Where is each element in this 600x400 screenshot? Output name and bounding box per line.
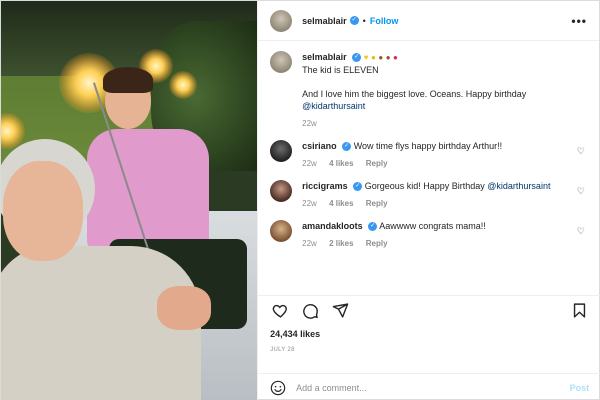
photo-kid-shirt — [87, 129, 209, 249]
action-bar — [258, 295, 600, 325]
photo-woman-hand — [157, 286, 211, 330]
bear-emoji-icon: ● — [378, 53, 384, 62]
caption-mention-link[interactable]: @kidarthursaint — [302, 101, 365, 111]
sparkler-glow — [169, 71, 197, 99]
caption-meta: 22w — [302, 118, 569, 130]
comment-body: csiriano ✓ Wow time flys happy birthday … — [302, 140, 587, 170]
photo-kid-hair — [103, 67, 153, 93]
bookmark-icon[interactable] — [569, 301, 589, 321]
share-icon[interactable] — [330, 301, 350, 321]
post-photo[interactable] — [1, 1, 258, 400]
commenter-avatar[interactable] — [270, 140, 293, 162]
verified-badge-icon: ✓ — [368, 222, 378, 232]
reply-button[interactable]: Reply — [366, 199, 388, 208]
commenter-avatar[interactable] — [270, 220, 293, 242]
commenter-username[interactable]: riccigrams — [302, 181, 348, 191]
comment-like-heart-icon[interactable]: ♡ — [577, 186, 585, 197]
comment-mention-link[interactable]: @kidarthursaint — [487, 181, 550, 191]
add-comment-bar: Post — [258, 373, 600, 400]
more-options-icon[interactable]: ••• — [571, 14, 587, 28]
comment-time: 22w — [302, 199, 317, 208]
heart-icon[interactable] — [270, 301, 290, 321]
comment-likes-link[interactable]: 2 likes — [329, 239, 353, 248]
verified-badge-icon: ✓ — [352, 53, 362, 63]
comment-text: Aawwww congrats mama!! — [379, 221, 486, 231]
comment-text: Wow time flys happy birthday Arthur!! — [353, 141, 503, 151]
photo-woman-face — [3, 161, 83, 261]
caption-line-2-text: And I love him the biggest love. Oceans.… — [302, 89, 527, 99]
balloon-emoji-icon: ● — [393, 53, 398, 62]
comment-like-heart-icon[interactable]: ♡ — [577, 226, 585, 237]
commenter-username[interactable]: amandakloots — [302, 221, 363, 231]
comment-row: amandakloots ✓ Aawwww congrats mama!! 22… — [270, 220, 587, 250]
reply-button[interactable]: Reply — [366, 239, 388, 248]
dot-separator: • — [362, 15, 366, 26]
reply-button[interactable]: Reply — [366, 159, 388, 168]
comment-row: csiriano ✓ Wow time flys happy birthday … — [270, 140, 587, 170]
comment-meta: 22w 4 likes Reply — [302, 158, 569, 170]
add-comment-input[interactable] — [296, 382, 570, 393]
monkey-emoji-icon: ● — [385, 53, 391, 62]
comment-like-heart-icon[interactable]: ♡ — [577, 146, 585, 157]
caption-time: 22w — [302, 119, 317, 128]
post-date: JULY 28 — [270, 347, 295, 353]
comment-body: riccigrams ✓ Gorgeous kid! Happy Birthda… — [302, 180, 587, 210]
author-avatar[interactable] — [270, 9, 293, 32]
comment-likes-link[interactable]: 4 likes — [329, 159, 353, 168]
verified-badge-icon: ✓ — [353, 182, 363, 192]
comment-likes-link[interactable]: 4 likes — [329, 199, 353, 208]
sun-emoji-icon: ● — [370, 53, 376, 62]
post-side-panel: selmablair ✓ • Follow ••• selmablair ✓ ♥… — [257, 1, 600, 400]
caption: selmablair ✓ ♥ ● ● ● ● The kid is ELEVEN… — [270, 51, 587, 130]
author-username[interactable]: selmablair — [302, 16, 347, 26]
commenter-username[interactable]: csiriano — [302, 141, 337, 151]
likes-count[interactable]: 24,434 likes — [270, 329, 320, 339]
emoji-icon[interactable] — [270, 380, 286, 396]
heart-emoji-icon: ♥ — [363, 53, 369, 62]
comment-meta: 22w 2 likes Reply — [302, 238, 569, 250]
caption-body: selmablair ✓ ♥ ● ● ● ● The kid is ELEVEN… — [302, 51, 587, 130]
instagram-post: selmablair ✓ • Follow ••• selmablair ✓ ♥… — [0, 0, 600, 400]
post-comment-button[interactable]: Post — [570, 383, 590, 393]
follow-button[interactable]: Follow — [370, 16, 399, 26]
verified-badge-icon: ✓ — [342, 142, 352, 152]
comment-time: 22w — [302, 239, 317, 248]
comment-time: 22w — [302, 159, 317, 168]
comments-list: selmablair ✓ ♥ ● ● ● ● The kid is ELEVEN… — [258, 41, 599, 291]
comment-body: amandakloots ✓ Aawwww congrats mama!! 22… — [302, 220, 587, 250]
author-avatar[interactable] — [270, 51, 293, 73]
caption-username[interactable]: selmablair — [302, 52, 347, 62]
caption-line-2: And I love him the biggest love. Oceans.… — [302, 88, 569, 112]
verified-badge-icon: ✓ — [349, 16, 359, 25]
comment-icon[interactable] — [300, 301, 320, 321]
comment-text: Gorgeous kid! Happy Birthday — [364, 181, 488, 191]
commenter-avatar[interactable] — [270, 180, 293, 202]
caption-line-1: The kid is ELEVEN — [302, 65, 379, 75]
comment-row: riccigrams ✓ Gorgeous kid! Happy Birthda… — [270, 180, 587, 210]
comment-meta: 22w 4 likes Reply — [302, 198, 569, 210]
post-header: selmablair ✓ • Follow ••• — [258, 1, 599, 41]
